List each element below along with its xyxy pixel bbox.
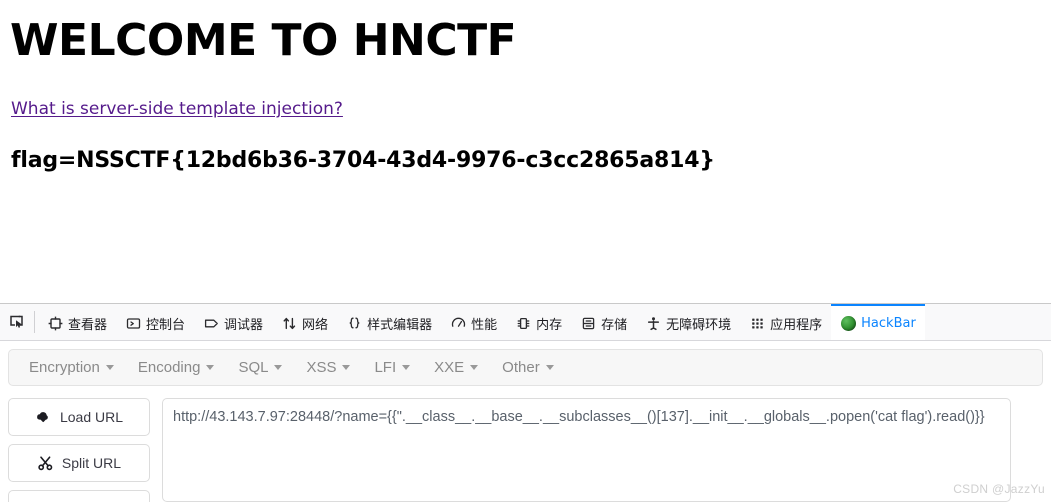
tab-label: 网络 [302, 317, 329, 333]
hackbar-url-area [162, 398, 1043, 502]
chevron-down-icon [545, 365, 554, 370]
menu-lfi[interactable]: LFI [362, 359, 422, 376]
tab-label: HackBar [861, 315, 916, 331]
chevron-down-icon [105, 365, 114, 370]
tab-label: 性能 [471, 317, 498, 333]
devtools-toolbar: 查看器 控制台 调试器 网络 样式编辑器 性能 内存 存储 无障碍环境 应用程序… [0, 304, 1051, 341]
tab-hackbar[interactable]: HackBar [831, 304, 925, 340]
tab-console[interactable]: 控制台 [116, 304, 194, 340]
inspector-icon [47, 315, 63, 331]
menu-encoding[interactable]: Encoding [126, 359, 227, 376]
menu-label: Encoding [137, 359, 201, 376]
accessibility-icon [645, 315, 661, 331]
menu-label: Encryption [29, 359, 100, 376]
hackbar-button-column: Load URL Split URL [8, 398, 150, 502]
toolbar-divider [34, 311, 35, 333]
memory-icon [515, 315, 531, 331]
performance-icon [450, 315, 466, 331]
flag-text: flag=NSSCTF{12bd6b36-3704-43d4-9976-c3cc… [11, 148, 715, 174]
tab-accessibility[interactable]: 无障碍环境 [636, 304, 740, 340]
tab-label: 存储 [601, 317, 628, 333]
menu-label: LFI [374, 359, 397, 376]
console-icon [125, 315, 141, 331]
url-input[interactable] [162, 398, 1011, 502]
tab-inspector[interactable]: 查看器 [38, 304, 116, 340]
chevron-down-icon [470, 365, 479, 370]
menu-label: XSS [306, 359, 337, 376]
tab-label: 控制台 [146, 317, 186, 333]
cloud-download-icon [35, 409, 52, 426]
menu-xss[interactable]: XSS [294, 359, 362, 376]
debugger-icon [203, 315, 219, 331]
menu-label: SQL [238, 359, 269, 376]
tab-application[interactable]: 应用程序 [740, 304, 831, 340]
menu-xxe[interactable]: XXE [422, 359, 490, 376]
hackbar-logo-icon [840, 315, 856, 331]
menu-sql[interactable]: SQL [226, 359, 294, 376]
tab-storage[interactable]: 存储 [571, 304, 636, 340]
execute-button[interactable] [8, 490, 150, 502]
network-icon [281, 315, 297, 331]
chevron-down-icon [342, 365, 351, 370]
page-title: WELCOME TO HNCTF [10, 15, 517, 66]
hackbar-body: Load URL Split URL [8, 386, 1043, 502]
menu-label: Other [502, 359, 540, 376]
chevron-down-icon [274, 365, 283, 370]
hackbar-panel: Encryption Encoding SQL XSS LFI XXE Othe… [0, 341, 1051, 502]
menu-encryption[interactable]: Encryption [17, 359, 126, 376]
hackbar-menubar: Encryption Encoding SQL XSS LFI XXE Othe… [8, 349, 1043, 386]
button-label: Split URL [61, 455, 122, 471]
tab-network[interactable]: 网络 [272, 304, 337, 340]
chevron-down-icon [402, 365, 411, 370]
scissors-icon [37, 455, 54, 472]
chevron-down-icon [206, 365, 215, 370]
tab-label: 样式编辑器 [367, 317, 433, 333]
load-url-button[interactable]: Load URL [8, 398, 150, 436]
ssti-reference-link[interactable]: What is server-side template injection? [11, 99, 343, 119]
devtools-tab-list: 查看器 控制台 调试器 网络 样式编辑器 性能 内存 存储 无障碍环境 应用程序… [38, 304, 1051, 340]
button-label: Load URL [59, 409, 124, 425]
style-editor-icon [346, 315, 362, 331]
tab-label: 内存 [536, 317, 563, 333]
tab-label: 无障碍环境 [666, 317, 732, 333]
split-url-button[interactable]: Split URL [8, 444, 150, 482]
menu-other[interactable]: Other [490, 359, 566, 376]
tab-label: 调试器 [224, 317, 264, 333]
devtools-panel: 查看器 控制台 调试器 网络 样式编辑器 性能 内存 存储 无障碍环境 应用程序… [0, 303, 1051, 502]
element-picker-icon[interactable] [0, 304, 34, 340]
menu-label: XXE [434, 359, 465, 376]
tab-label: 查看器 [68, 317, 108, 333]
tab-memory[interactable]: 内存 [506, 304, 571, 340]
tab-style-editor[interactable]: 样式编辑器 [337, 304, 441, 340]
application-icon [749, 315, 765, 331]
tab-label: 应用程序 [770, 317, 823, 333]
storage-icon [580, 315, 596, 331]
browser-page-content: WELCOME TO HNCTF What is server-side tem… [0, 0, 1051, 303]
tab-performance[interactable]: 性能 [441, 304, 506, 340]
tab-debugger[interactable]: 调试器 [194, 304, 272, 340]
